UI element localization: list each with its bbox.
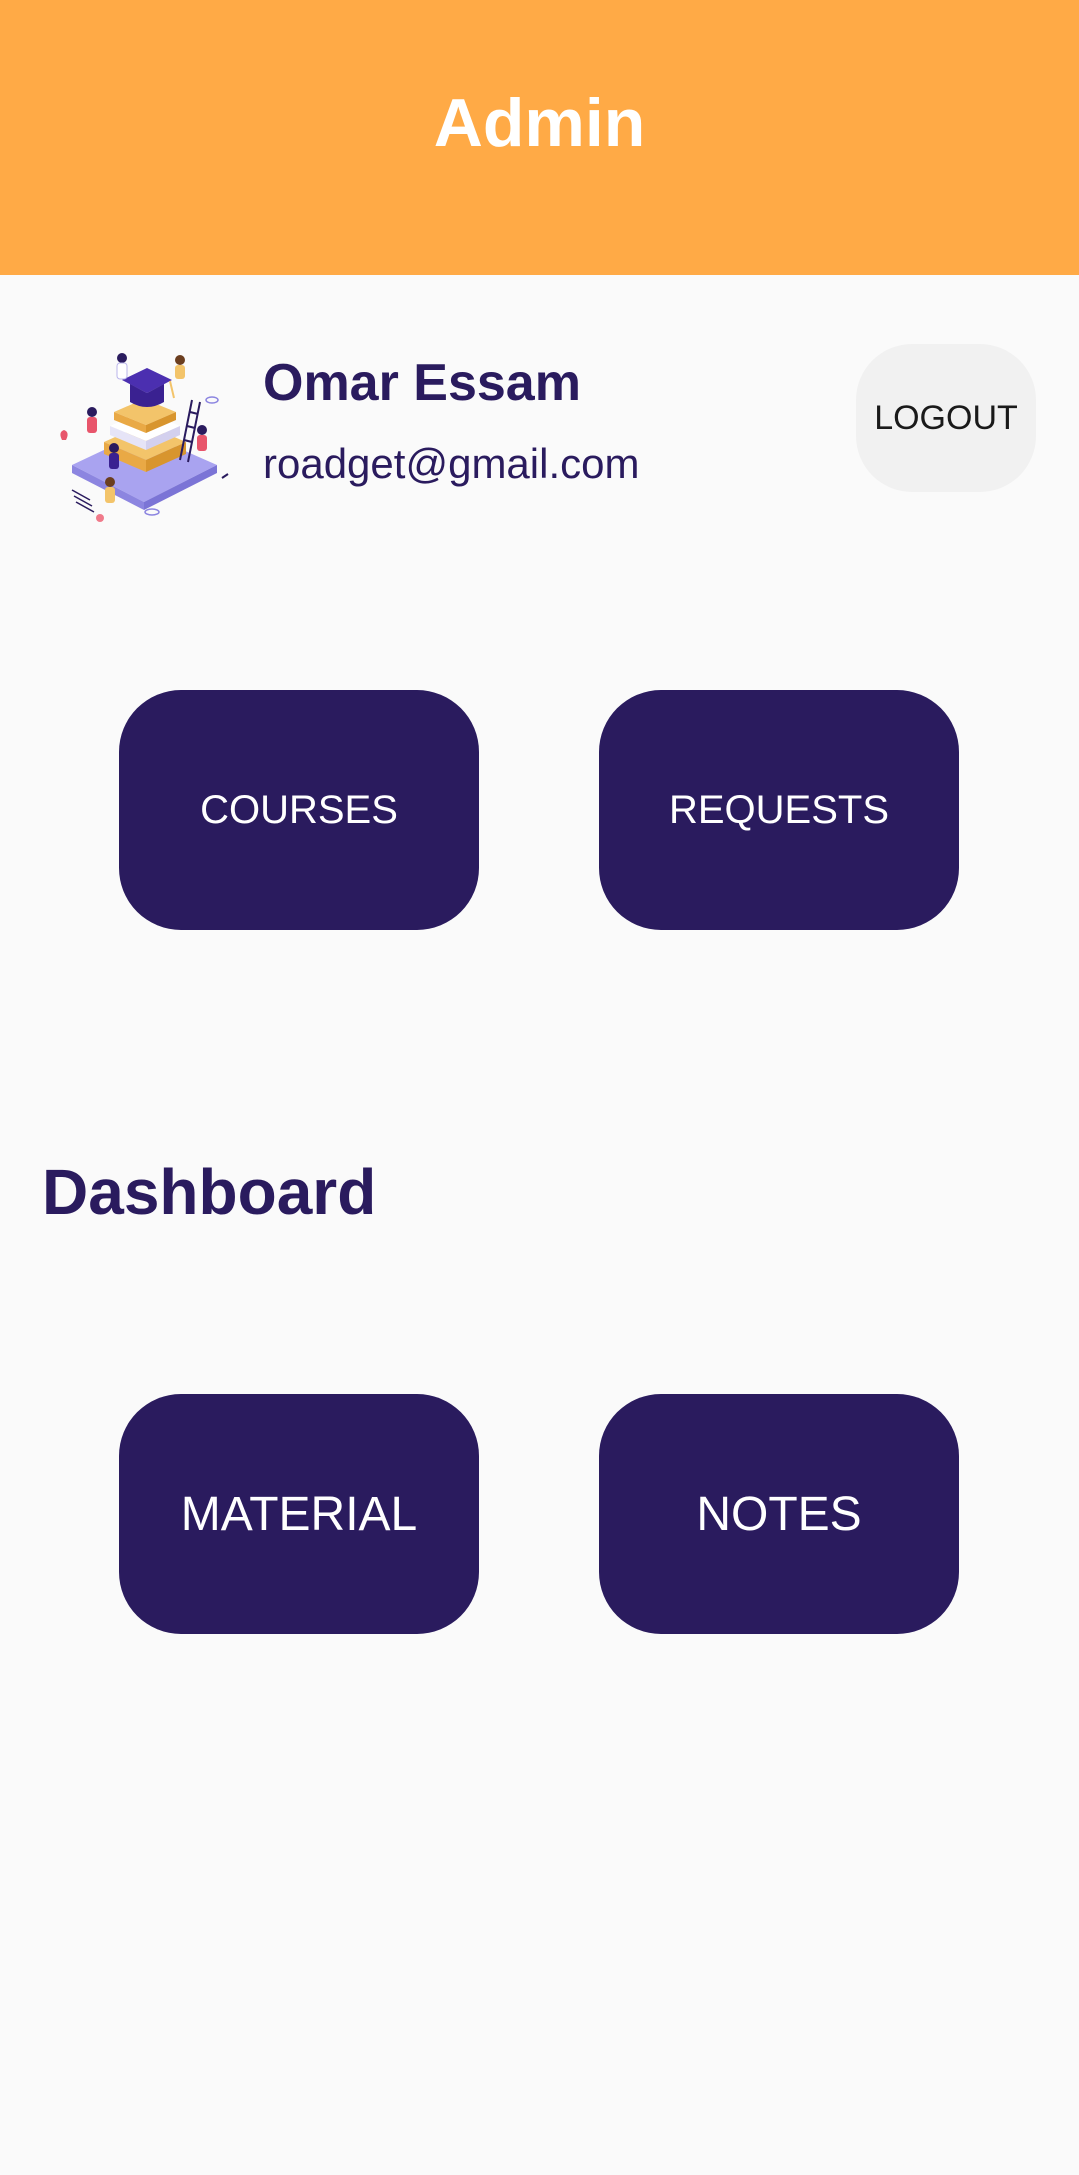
dashboard-title: Dashboard — [42, 1156, 377, 1228]
education-illustration-icon — [60, 353, 229, 522]
logout-button[interactable]: LOGOUT — [856, 344, 1036, 492]
courses-button[interactable]: COURSES — [119, 690, 479, 930]
app-title: Admin — [433, 84, 646, 161]
user-name: Omar Essam — [263, 354, 581, 412]
requests-button[interactable]: REQUESTS — [599, 690, 959, 930]
app-bar: Admin — [0, 0, 1079, 275]
notes-button[interactable]: NOTES — [599, 1394, 959, 1634]
user-email: roadget@gmail.com — [263, 440, 640, 487]
material-button[interactable]: MATERIAL — [119, 1394, 479, 1634]
avatar — [52, 340, 237, 525]
